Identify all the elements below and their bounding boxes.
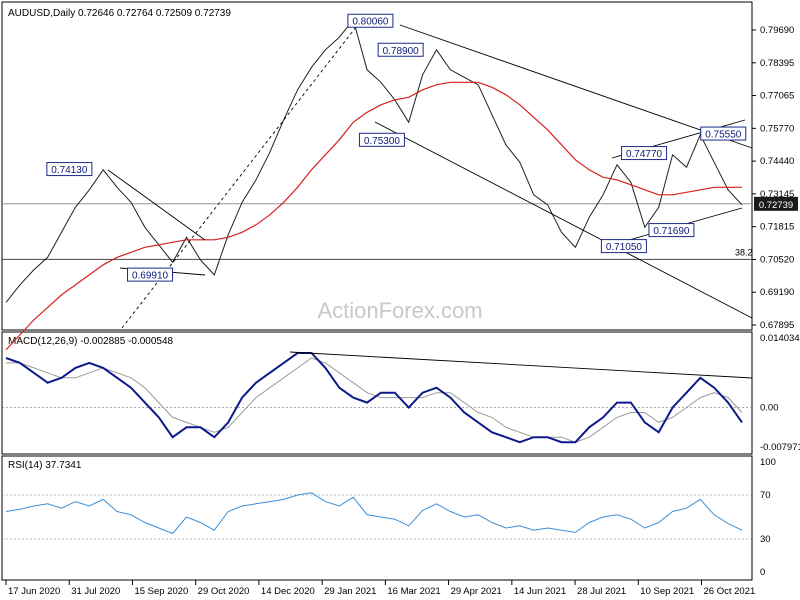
watermark: ActionForex.com <box>317 298 482 323</box>
x-axis-label: 28 Jul 2021 <box>577 586 626 597</box>
price-tick-label: 0.71815 <box>760 222 794 233</box>
macd-panel-frame <box>1 331 753 455</box>
price-label: 0.75300 <box>364 136 401 147</box>
price-tick-label: 0.67895 <box>760 320 794 331</box>
price-tick-label: 0.78395 <box>760 58 794 69</box>
price-label: 0.71050 <box>606 242 643 253</box>
rsi-tick-label: 0 <box>760 567 765 578</box>
x-axis-label: 31 Jul 2020 <box>71 586 120 597</box>
x-axis-label: 29 Jan 2021 <box>324 586 376 597</box>
x-axis-label: 17 Jun 2020 <box>8 586 60 597</box>
rsi-line <box>5 492 743 535</box>
price-tick-label: 0.69190 <box>760 287 794 298</box>
panel-frames <box>1 1 753 581</box>
trendlines <box>107 21 753 379</box>
price-label: 0.69910 <box>132 271 169 282</box>
rsi-tick-label: 100 <box>760 457 776 468</box>
x-axis-label: 29 Oct 2020 <box>198 586 250 597</box>
macd-line <box>5 352 743 444</box>
channel-upper-trendline <box>399 24 753 149</box>
rsi-panel-frame <box>1 455 753 581</box>
price-tick-label: 0.77065 <box>760 91 794 102</box>
price-label: 0.71690 <box>653 226 690 237</box>
price-tick-label: 0.74440 <box>760 156 794 167</box>
price-label: 0.78900 <box>383 46 420 57</box>
price-tick-label: 0.70520 <box>760 254 794 265</box>
x-axis-label: 14 Dec 2020 <box>261 586 315 597</box>
chart-root: ActionForex.com AUDUSD,Daily 0.72646 0.7… <box>1 1 800 597</box>
fib-label: 38.2 <box>735 247 753 257</box>
price-label: 0.74770 <box>626 149 663 160</box>
price-tick-label: 0.75770 <box>760 123 794 134</box>
macd-lines <box>2 352 752 444</box>
macd-title: MACD(12,26,9) -0.002885 -0.000548 <box>8 336 174 347</box>
price-tick-label: 0.79690 <box>760 25 794 36</box>
x-axis-label: 14 Jun 2021 <box>514 586 566 597</box>
price-label: 0.80060 <box>352 17 389 28</box>
x-axis-label: 10 Sep 2021 <box>640 586 694 597</box>
price-line <box>5 18 743 303</box>
x-axis-label: 29 Apr 2021 <box>451 586 502 597</box>
price-labels: 0.80060 0.78900 0.74130 0.75300 0.69910 0.710… <box>46 13 747 282</box>
macd-trendline <box>289 351 753 379</box>
rsi-title: RSI(14) 37.7341 <box>8 460 82 471</box>
falling-wedge-trendline <box>107 169 206 241</box>
rsi-tick-label: 30 <box>760 534 771 545</box>
price-label: 0.75550 <box>705 130 742 141</box>
dotted-support-trendline <box>121 21 361 329</box>
x-axis-label: 16 Mar 2021 <box>387 586 440 597</box>
x-axis-label: 15 Sep 2020 <box>134 586 188 597</box>
macd-tick-label: 0.00 <box>760 403 779 414</box>
macd-tick-label: 0.014034 <box>760 333 800 344</box>
macd-tick-label: -0.007971 <box>760 442 800 453</box>
macd-signal-line <box>6 357 743 443</box>
rsi-lines <box>2 492 752 540</box>
last-price-label: 0.72739 <box>759 200 793 211</box>
price-title: AUDUSD,Daily 0.72646 0.72764 0.72509 0.7… <box>8 8 231 19</box>
rsi-tick-label: 70 <box>760 490 771 501</box>
x-axis-label: 26 Oct 2021 <box>704 586 756 597</box>
price-label: 0.74130 <box>51 165 88 176</box>
channel-lower-trendline <box>374 121 753 319</box>
price-panel-frame <box>1 1 753 331</box>
